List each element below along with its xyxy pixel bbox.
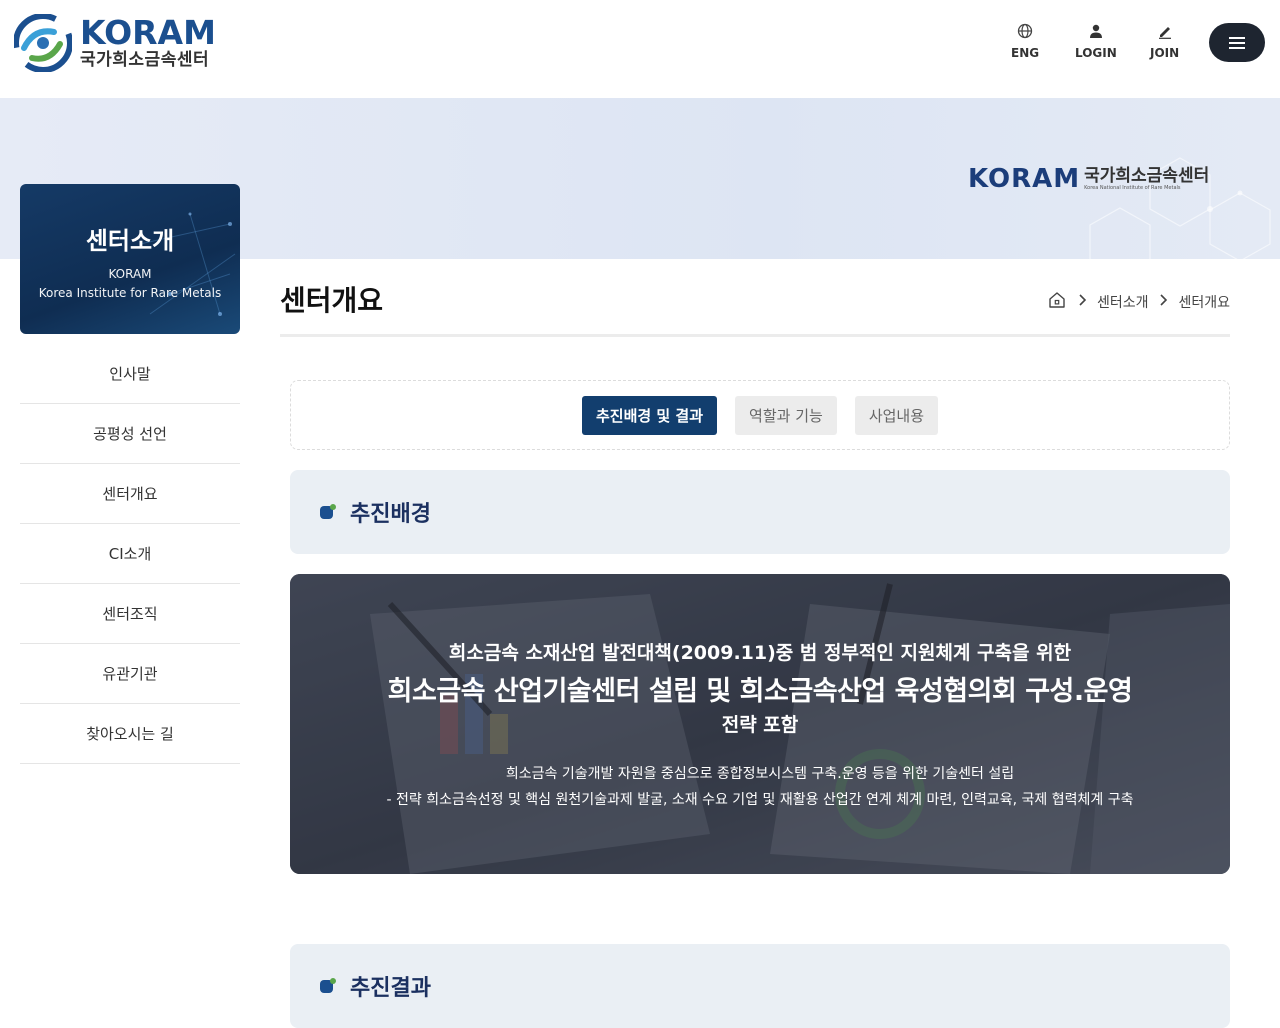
title-divider — [280, 334, 1230, 337]
hero-line-4: 희소금속 기술개발 자원을 중심으로 종합정보시스템 구축.운영 등을 위한 기… — [505, 766, 1015, 782]
section-title-background: 추진배경 — [350, 502, 431, 527]
user-icon — [1086, 22, 1106, 40]
hero-line-1: 희소금속 소재산업 발전대책(2009.11)중 범 정부적인 지원체계 구축을… — [448, 642, 1072, 664]
breadcrumb-item-center-intro[interactable]: 센터소개 — [1097, 292, 1149, 312]
breadcrumb: 센터소개 센터개요 — [1047, 290, 1230, 314]
sidebar-item-overview[interactable]: 센터개요 — [20, 464, 240, 524]
eng-link[interactable]: ENG — [1011, 22, 1039, 60]
sidebar-item-greeting[interactable]: 인사말 — [20, 344, 240, 404]
bullet-icon — [320, 504, 336, 520]
tab-roles-functions[interactable]: 역할과 기능 — [735, 395, 837, 435]
network-pattern-decoration — [139, 212, 236, 316]
sidebar-item-related-agencies[interactable]: 유관기관 — [20, 644, 240, 704]
home-icon[interactable] — [1047, 290, 1067, 314]
visual-logo-korean: 국가희소금속센터 — [1084, 166, 1210, 186]
bullet-icon — [320, 978, 336, 994]
hero-line-5: - 전략 희소금속선정 및 핵심 원천기술과제 발굴, 소재 수요 기업 및 재… — [386, 792, 1134, 808]
chevron-right-icon — [1077, 294, 1087, 310]
koram-logo-icon — [14, 14, 72, 72]
visual-logo-subtitle: Korea National Institute of Rare Metals — [1084, 185, 1181, 191]
logo-korean: 국가희소금속센터 — [80, 50, 210, 70]
sidebar-item-impartiality[interactable]: 공평성 선언 — [20, 404, 240, 464]
hamburger-icon — [1229, 36, 1245, 49]
tab-background-result[interactable]: 추진배경 및 결과 — [581, 395, 718, 435]
visual-logo-english: KORAM — [968, 164, 1081, 194]
sidebar-item-ci[interactable]: CI소개 — [20, 524, 240, 584]
join-link[interactable]: JOIN — [1150, 22, 1179, 60]
sidebar-title: 센터소개 — [85, 227, 175, 255]
chevron-right-icon — [1158, 294, 1168, 310]
sidebar-item-directions[interactable]: 찾아오시는 길 — [20, 704, 240, 764]
sidebar-nav: 인사말 공평성 선언 센터개요 CI소개 센터조직 유관기관 찾아오시는 길 — [20, 344, 240, 764]
visual-logo: KORAM 국가희소금속센터 Korea National Institute … — [968, 166, 1209, 192]
login-link[interactable]: LOGIN — [1075, 22, 1117, 60]
content-tabs: 추진배경 및 결과 역할과 기능 사업내용 — [290, 380, 1230, 450]
sidebar-item-organization[interactable]: 센터조직 — [20, 584, 240, 644]
breadcrumb-item-overview[interactable]: 센터개요 — [1178, 292, 1230, 312]
pencil-icon — [1155, 22, 1175, 40]
page-title: 센터개요 — [280, 284, 384, 317]
section-header-result: 추진결과 — [290, 944, 1230, 1028]
site-header: KORAM 국가희소금속센터 ENG LOGIN JOIN — [0, 0, 1280, 98]
site-logo[interactable]: KORAM 국가희소금속센터 — [14, 14, 216, 72]
menu-button[interactable] — [1209, 23, 1265, 62]
logo-english: KORAM — [80, 13, 216, 52]
sidebar-title-card: 센터소개 KORAM Korea Institute for Rare Meta… — [20, 184, 240, 334]
globe-icon — [1015, 22, 1035, 40]
background-hero-card: 희소금속 소재산업 발전대책(2009.11)중 범 정부적인 지원체계 구축을… — [290, 574, 1230, 874]
eng-label: ENG — [1011, 46, 1040, 60]
hero-text: 희소금속 소재산업 발전대책(2009.11)중 범 정부적인 지원체계 구축을… — [290, 574, 1230, 874]
hero-line-2: 희소금속 산업기술센터 설립 및 희소금속산업 육성협의회 구성.운영 — [387, 676, 1133, 707]
login-label: LOGIN — [1075, 46, 1117, 60]
section-title-result: 추진결과 — [350, 976, 431, 1001]
tab-business[interactable]: 사업내용 — [854, 395, 939, 435]
hero-line-3: 전략 포함 — [721, 714, 799, 736]
join-label: JOIN — [1150, 46, 1180, 60]
section-header-background: 추진배경 — [290, 470, 1230, 554]
sidebar-subtitle-institute: Korea Institute for Rare Metals — [38, 286, 222, 300]
sidebar-subtitle-koram: KORAM — [108, 267, 152, 281]
